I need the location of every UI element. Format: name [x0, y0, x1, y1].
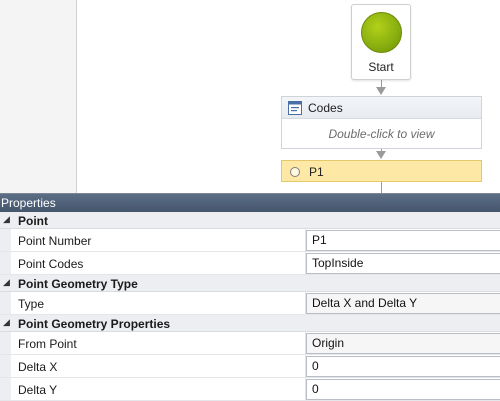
- collapse-arrow-icon[interactable]: ◢: [3, 317, 10, 328]
- codes-activity-hint: Double-click to view: [328, 127, 435, 141]
- connector-arrow-icon: [376, 87, 386, 95]
- property-grid: ◢ Point Point Number P1 Point Codes TopI…: [0, 212, 500, 401]
- properties-panel: Properties ◢ Point Point Number P1 Point…: [0, 193, 500, 401]
- collapse-arrow-icon[interactable]: ◢: [3, 214, 10, 225]
- type-dropdown[interactable]: Delta X and Delta Y: [306, 293, 500, 314]
- point-number-input[interactable]: P1: [306, 230, 500, 251]
- property-row-from-point: From Point Origin: [0, 332, 500, 355]
- category-point-geometry-properties[interactable]: ◢ Point Geometry Properties: [0, 315, 500, 332]
- row-gutter: [0, 355, 11, 377]
- property-name: Delta Y: [18, 383, 58, 397]
- delta-y-input[interactable]: 0: [306, 379, 500, 400]
- codes-activity[interactable]: Codes Double-click to view: [281, 96, 482, 149]
- delta-x-input[interactable]: 0: [306, 356, 500, 377]
- category-point[interactable]: ◢ Point: [0, 212, 500, 229]
- start-circle-icon: [361, 12, 402, 53]
- connector-line: [381, 182, 382, 193]
- row-gutter: [0, 252, 11, 274]
- p1-activity-title: P1: [309, 165, 324, 179]
- p1-activity[interactable]: P1: [281, 160, 482, 182]
- codes-activity-header[interactable]: Codes: [282, 97, 481, 119]
- category-label: Point Geometry Properties: [18, 317, 171, 331]
- point-circle-icon: [290, 167, 300, 177]
- row-gutter: [0, 229, 11, 251]
- category-label: Point: [18, 214, 48, 228]
- property-name: Point Number: [18, 234, 92, 248]
- from-point-dropdown[interactable]: Origin: [306, 333, 500, 354]
- property-row-delta-x: Delta X 0: [0, 355, 500, 378]
- property-name: Type: [18, 297, 45, 311]
- property-name: Delta X: [18, 360, 58, 374]
- codes-activity-title: Codes: [308, 101, 343, 115]
- property-row-point-number: Point Number P1: [0, 229, 500, 252]
- row-gutter: [0, 292, 11, 314]
- toolbox-pane: [0, 0, 77, 193]
- codes-activity-icon: [288, 101, 302, 115]
- property-row-type: Type Delta X and Delta Y: [0, 292, 500, 315]
- connector-arrow-icon: [376, 151, 386, 159]
- category-label: Point Geometry Type: [18, 277, 138, 291]
- start-node[interactable]: Start: [351, 4, 411, 80]
- row-gutter: [0, 378, 11, 400]
- property-name: From Point: [18, 337, 77, 351]
- row-gutter: [0, 332, 11, 354]
- property-row-point-codes: Point Codes TopInside: [0, 252, 500, 275]
- point-codes-input[interactable]: TopInside: [306, 253, 500, 274]
- start-label: Start: [368, 60, 394, 74]
- property-name: Point Codes: [18, 257, 84, 271]
- properties-title: Properties: [0, 194, 500, 212]
- property-row-delta-y: Delta Y 0: [0, 378, 500, 401]
- collapse-arrow-icon[interactable]: ◢: [3, 277, 10, 288]
- category-point-geometry-type[interactable]: ◢ Point Geometry Type: [0, 275, 500, 292]
- workflow-designer-canvas[interactable]: Start Codes Double-click to view P1: [0, 0, 500, 193]
